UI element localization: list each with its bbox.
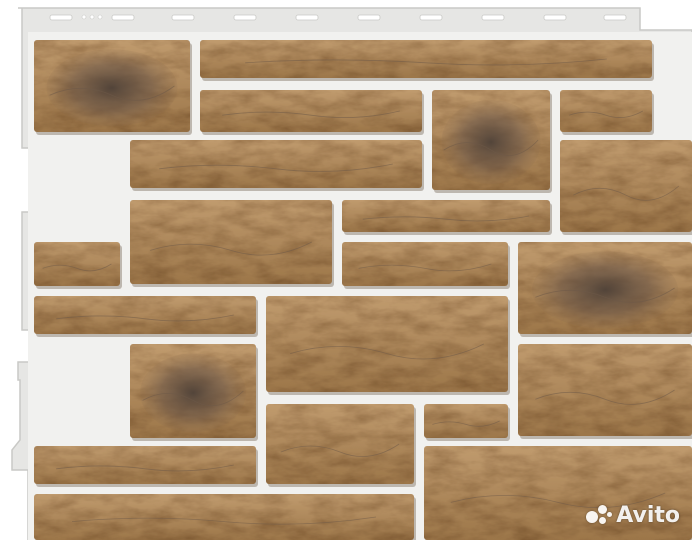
avito-dots-icon: [586, 504, 613, 527]
stone-dark-patch: [140, 353, 246, 433]
stone-block: [200, 90, 424, 135]
stone-face: [130, 200, 332, 284]
stone-face: [266, 404, 414, 484]
stone-block: [130, 344, 258, 441]
stone-block: [560, 90, 654, 135]
stone-block: [34, 242, 122, 289]
stone-face: [424, 404, 508, 438]
frame-slot: [419, 14, 443, 21]
stone-block: [130, 140, 424, 191]
frame-slot: [357, 14, 381, 21]
stone-face: [518, 344, 692, 436]
stone-block: [342, 242, 510, 289]
stone-block: [34, 494, 416, 543]
watermark-text: Avito: [616, 503, 680, 528]
stone-face: [342, 242, 508, 286]
watermark: Avito: [586, 503, 680, 528]
stone-face: [200, 90, 422, 132]
panel-photo: [11, 7, 692, 543]
stone-block: [200, 40, 654, 81]
photo-scene: Avito: [0, 0, 692, 543]
frame-slot: [543, 14, 567, 21]
stone-block: [560, 140, 692, 235]
frame-hole: [97, 14, 103, 20]
stone-face: [130, 140, 422, 188]
stone-block: [266, 296, 510, 395]
frame-hole: [89, 14, 95, 20]
stone-block: [266, 404, 416, 487]
stone-face: [200, 40, 652, 78]
stone-face: [560, 90, 652, 132]
stone-block: [34, 446, 258, 487]
frame-slot: [295, 14, 319, 21]
stone-face: [34, 446, 256, 484]
stone-block: [342, 200, 552, 235]
stone-block: [518, 344, 692, 439]
frame-slot: [111, 14, 135, 21]
stone-face: [34, 296, 256, 334]
frame-slot: [171, 14, 195, 21]
stone-face: [560, 140, 692, 232]
frame-slot: [603, 14, 627, 21]
stone-block: [34, 296, 258, 337]
stone-block: [34, 40, 192, 135]
stone-block: [518, 242, 692, 337]
stone-dark-patch: [441, 100, 541, 184]
stone-dark-patch: [46, 49, 178, 127]
stone-face: [266, 296, 508, 392]
frame-slot: [233, 14, 257, 21]
frame-slot: [49, 14, 73, 21]
stone-dark-patch: [531, 251, 679, 329]
stone-face: [342, 200, 550, 232]
stone-block: [130, 200, 334, 287]
stone-block: [432, 90, 552, 193]
stone-block: [424, 404, 510, 441]
frame-slot: [481, 14, 505, 21]
stone-face: [34, 494, 414, 540]
frame-hole: [81, 14, 87, 20]
stone-face: [34, 242, 120, 286]
